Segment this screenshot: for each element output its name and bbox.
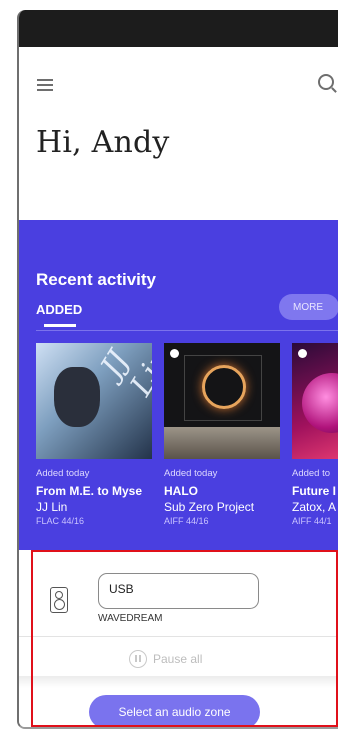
greeting-title: Hi, Andy xyxy=(36,125,170,160)
recent-activity-section: Recent activity ADDED MORE JJ Lin Added … xyxy=(19,220,338,560)
tab-active-indicator xyxy=(44,324,76,327)
divider-shadow xyxy=(19,676,338,688)
album-cover xyxy=(164,343,280,459)
select-audio-zone-button[interactable]: Select an audio zone xyxy=(89,695,260,727)
audio-source-field[interactable]: USB xyxy=(98,573,259,609)
section-title: Recent activity xyxy=(36,270,156,289)
clock-icon xyxy=(170,349,179,358)
album-title: Future I xyxy=(292,484,336,498)
added-label: Added today xyxy=(36,468,90,479)
search-icon[interactable] xyxy=(318,74,334,90)
device-name: WAVEDREAM xyxy=(98,613,163,624)
pause-all-button[interactable]: Pause all xyxy=(129,650,202,668)
album-artist: JJ Lin xyxy=(36,500,68,514)
audio-format: AIFF 44/16 xyxy=(164,516,209,526)
status-bar xyxy=(19,10,338,47)
pause-icon xyxy=(129,650,147,668)
speaker-icon xyxy=(50,587,68,613)
tab-divider xyxy=(36,330,338,331)
album-cover xyxy=(292,343,338,459)
album-title: From M.E. to Myse xyxy=(36,484,143,498)
audio-format: FLAC 44/16 xyxy=(36,516,85,526)
album-card[interactable]: Added today HALO Sub Zero Project AIFF 4… xyxy=(164,343,280,526)
album-card[interactable]: Added to Future I Zatox, A AIFF 44/1 xyxy=(292,343,338,526)
clock-icon xyxy=(298,349,307,358)
tab-added[interactable]: ADDED xyxy=(36,302,82,317)
album-artist: Zatox, A xyxy=(292,500,337,514)
album-title: HALO xyxy=(164,484,198,498)
audio-zone-panel: USB WAVEDREAM Pause all Select an audio … xyxy=(19,550,338,727)
app-header: Hi, Andy xyxy=(19,47,338,227)
app-frame: Hi, Andy Recent activity ADDED MORE JJ L… xyxy=(17,10,338,729)
added-label: Added today xyxy=(164,468,218,479)
album-card[interactable]: JJ Lin Added today From M.E. to Myse JJ … xyxy=(36,343,152,526)
added-label: Added to xyxy=(292,468,331,479)
pause-all-label: Pause all xyxy=(153,652,203,666)
hamburger-menu-icon[interactable] xyxy=(37,79,53,91)
divider xyxy=(19,636,338,637)
more-button[interactable]: MORE xyxy=(279,294,338,320)
audio-format: AIFF 44/1 xyxy=(292,516,332,526)
album-cover: JJ Lin xyxy=(36,343,152,459)
album-artist: Sub Zero Project xyxy=(164,500,255,514)
